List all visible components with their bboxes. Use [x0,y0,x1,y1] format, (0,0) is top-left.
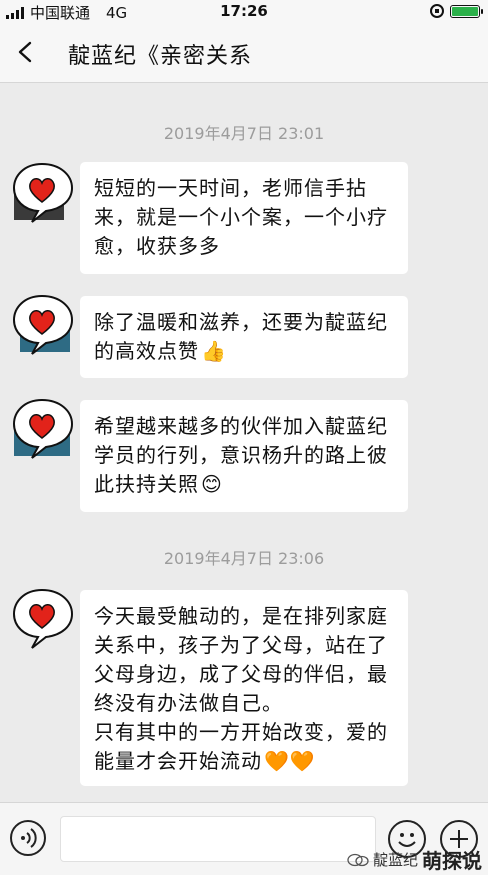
heart-speech-bubble-icon [12,294,74,355]
smiling-face-emoji: 😊 [201,472,223,496]
watermark-big: 萌探说 [422,849,482,873]
message-bubble[interactable]: 希望越来越多的伙伴加入靛蓝纪学员的行列，意识杨升的路上彼此扶持关照 😊 [80,400,408,512]
rotation-lock-icon [430,4,444,18]
avatar[interactable] [10,586,74,650]
message-text: 短短的一天时间，老师信手拈来，就是一个小个案，一个小疗愈，收获多多 [94,176,388,258]
timestamp: 2019年4月7日 23:06 [163,549,325,568]
status-bar: 中国联通 4G 17:26 [0,0,488,24]
wechat-logo-icon [347,853,369,866]
message-bubble[interactable]: 除了温暖和滋养，还要为靛蓝纪的高效点赞 👍 [80,296,408,378]
watermark-small: 靛蓝纪 [372,851,418,869]
voice-button[interactable] [10,820,46,856]
message-text: 希望越来越多的伙伴加入靛蓝纪学员的行列，意识杨升的路上彼此扶持关照 [94,414,388,496]
battery-icon [450,4,483,18]
heart-speech-bubble-icon [12,588,74,649]
nav-bar: 靛蓝纪《亲密关系 [0,24,488,83]
thumbs-up-emoji: 👍 [201,339,227,363]
orange-heart-emoji: 🧡🧡 [264,749,316,773]
message-text: 除了温暖和滋养，还要为靛蓝纪的高效点赞 [94,310,388,363]
chat-title: 靛蓝纪《亲密关系 [68,44,253,69]
message-text: 今天最受触动的，是在排列家庭关系中，孩子为了父母，站在了父母身边，成了父母的伴侣… [94,604,388,715]
message-bubble[interactable]: 短短的一天时间，老师信手拈来，就是一个小个案，一个小疗愈，收获多多 [80,162,408,274]
status-right [430,4,483,18]
message-input[interactable] [60,816,376,862]
input-bar: 靛蓝纪 萌探说 [0,802,488,875]
heart-speech-bubble-icon [12,162,74,223]
back-arrow-icon[interactable] [14,40,38,64]
avatar[interactable] [10,292,74,356]
voice-icon [21,828,37,848]
watermark: 靛蓝纪 萌探说 [347,845,482,874]
avatar[interactable] [10,396,74,460]
message-bubble[interactable]: 今天最受触动的，是在排列家庭关系中，孩子为了父母，站在了父母身边，成了父母的伴侣… [80,590,408,786]
message-text-continued: 只有其中的一方开始改变，爱的能量才会开始流动 [94,720,388,773]
status-time: 17:26 [220,2,268,20]
avatar[interactable] [10,160,74,224]
heart-speech-bubble-icon [12,398,74,459]
timestamp: 2019年4月7日 23:01 [163,124,325,143]
